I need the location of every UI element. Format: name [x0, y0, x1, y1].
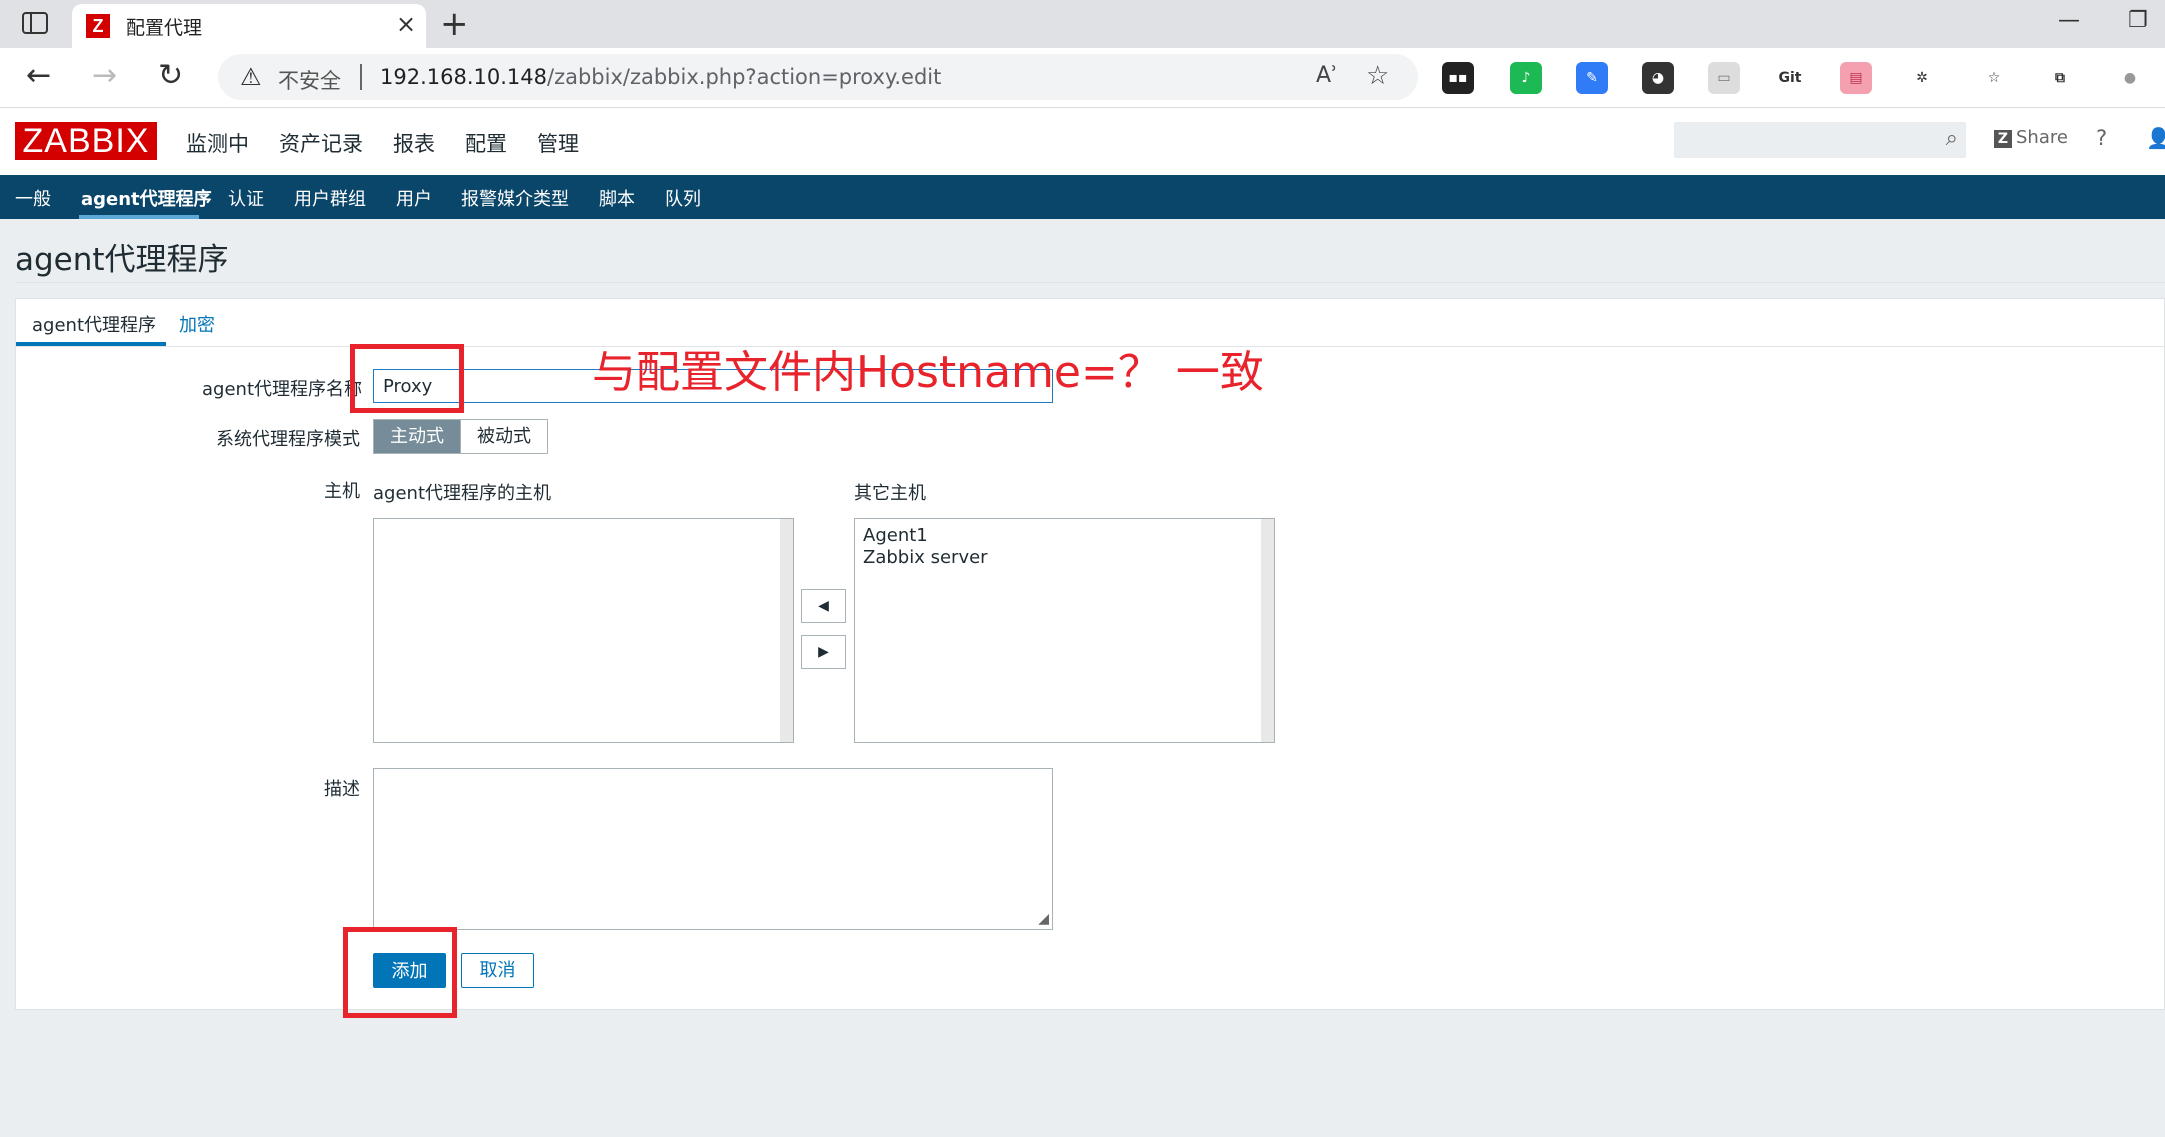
tab-title: 配置代理 — [126, 17, 203, 39]
collections-icon[interactable]: ⧉ — [2044, 62, 2076, 94]
description-label: 描述 — [324, 779, 360, 800]
share-label: Share — [2016, 127, 2068, 148]
other-hosts-list[interactable]: Agent1 Zabbix server — [854, 518, 1275, 743]
browser-tabstrip: Z 配置代理 × + — ❐ — [0, 0, 2165, 48]
main-menu: 监测中 资产记录 报表 配置 管理 — [186, 128, 609, 185]
submenu-active-indicator — [79, 215, 199, 219]
url-host: 192.168.10.148 — [380, 65, 547, 89]
proxy-hosts-label: agent代理程序的主机 — [373, 483, 551, 504]
user-icon[interactable]: 👤 — [2146, 126, 2165, 150]
tab-actions-icon[interactable] — [22, 12, 48, 34]
annotation-text: 与配置文件内Hostname=？ 一致 — [592, 347, 1264, 398]
mode-passive-option[interactable]: 被动式 — [460, 420, 547, 453]
browser-tab[interactable]: Z 配置代理 × — [72, 4, 426, 48]
address-separator — [360, 64, 362, 90]
zabbix-logo[interactable]: ZABBIX — [15, 122, 157, 160]
title-divider — [15, 282, 2165, 283]
favorites-icon[interactable]: ☆ — [1978, 62, 2010, 94]
resize-grip-icon[interactable]: ◢ — [1038, 911, 1049, 927]
media-icon[interactable]: ▤ — [1840, 62, 1872, 94]
proxy-hosts-list[interactable] — [373, 518, 794, 743]
description-textarea[interactable]: ◢ — [373, 768, 1053, 930]
minimize-icon[interactable]: — — [2058, 8, 2080, 33]
warning-icon[interactable]: ⚠ — [240, 63, 262, 91]
help-icon[interactable]: ? — [2096, 126, 2107, 150]
share-icon: Z — [1994, 130, 2012, 148]
tab-active-indicator — [16, 342, 166, 346]
profile-icon[interactable]: ● — [2114, 62, 2146, 94]
edit-icon[interactable]: ✎ — [1576, 62, 1608, 94]
other-hosts-label: 其它主机 — [854, 483, 926, 504]
new-tab-button[interactable]: + — [440, 4, 469, 44]
submenu-user-groups[interactable]: 用户群组 — [294, 185, 366, 211]
browser-toolbar: ← → ↻ ⚠ 不安全 192.168.10.148/zabbix/zabbix… — [0, 48, 2165, 108]
zabbix-header: ZABBIX 监测中 资产记录 报表 配置 管理 ⌕ Z Share ? 👤 — [0, 108, 2165, 185]
zabbix-favicon-icon: Z — [86, 14, 110, 38]
add-favorite-icon[interactable]: ☆ — [1366, 61, 1389, 91]
submenu-users[interactable]: 用户 — [396, 185, 432, 211]
submenu-media-types[interactable]: 报警媒介类型 — [461, 185, 569, 211]
menu-administration[interactable]: 管理 — [537, 128, 579, 185]
url-text[interactable]: 192.168.10.148/zabbix/zabbix.php?action=… — [380, 65, 941, 89]
proxy-mode-label: 系统代理程序模式 — [216, 429, 360, 450]
screen-icon[interactable]: ▭ — [1708, 62, 1740, 94]
audio-icon[interactable]: ♪ — [1510, 62, 1542, 94]
move-right-button[interactable]: ▶ — [801, 635, 846, 669]
puzzle-icon[interactable]: ✲ — [1906, 62, 1938, 94]
submenu-scripts[interactable]: 脚本 — [599, 185, 635, 211]
submenu-authentication[interactable]: 认证 — [228, 185, 264, 211]
highlight-box-add — [343, 927, 457, 1018]
search-input[interactable]: ⌕ — [1674, 122, 1966, 158]
cancel-button[interactable]: 取消 — [461, 953, 534, 988]
list-item[interactable]: Agent1 — [855, 525, 1274, 547]
sub-menu: 一般 agent代理程序 认证 用户群组 用户 报警媒介类型 脚本 队列 — [0, 175, 2165, 219]
url-path: /zabbix/zabbix.php?action=proxy.edit — [547, 65, 942, 89]
page-title: agent代理程序 — [15, 242, 229, 278]
ghost-icon[interactable]: ◕ — [1642, 62, 1674, 94]
tab-proxy[interactable]: agent代理程序 — [32, 311, 156, 337]
restore-icon[interactable]: ❐ — [2128, 8, 2148, 33]
close-tab-icon[interactable]: × — [396, 10, 416, 38]
move-left-button[interactable]: ◀ — [801, 589, 846, 623]
search-icon[interactable]: ⌕ — [1946, 126, 1958, 151]
menu-inventory[interactable]: 资产记录 — [279, 128, 363, 158]
address-bar[interactable]: ⚠ 不安全 192.168.10.148/zabbix/zabbix.php?a… — [218, 54, 1418, 100]
proxy-mode-toggle: 主动式 被动式 — [373, 419, 548, 454]
share-link[interactable]: Z Share — [1994, 127, 2068, 148]
menu-reports[interactable]: 报表 — [393, 128, 435, 158]
gitzip-icon[interactable]: Git — [1774, 62, 1806, 94]
proxy-name-label: agent代理程序名称 — [202, 379, 362, 400]
submenu-general[interactable]: 一般 — [15, 185, 51, 211]
proxy-form-panel: agent代理程序 加密 agent代理程序名称 Proxy 系统代理程序模式 … — [15, 298, 2165, 1010]
menu-monitoring[interactable]: 监测中 — [186, 128, 249, 158]
reload-icon[interactable]: ↻ — [158, 58, 183, 94]
scrollbar[interactable] — [780, 519, 793, 742]
highlight-box-name — [350, 344, 464, 413]
forward-icon[interactable]: → — [92, 58, 117, 94]
submenu-queue[interactable]: 队列 — [665, 185, 701, 211]
tab-encryption[interactable]: 加密 — [179, 311, 215, 337]
insecure-label[interactable]: 不安全 — [278, 65, 341, 95]
list-item[interactable]: Zabbix server — [855, 547, 1274, 569]
tampermonkey-icon[interactable]: ▪▪ — [1442, 62, 1474, 94]
read-aloud-icon[interactable]: Aʾ — [1316, 63, 1338, 88]
scrollbar[interactable] — [1261, 519, 1274, 742]
hosts-label: 主机 — [324, 481, 360, 502]
mode-active-option[interactable]: 主动式 — [374, 420, 460, 453]
menu-configuration[interactable]: 配置 — [465, 128, 507, 158]
submenu-proxies[interactable]: agent代理程序 — [81, 185, 212, 211]
back-icon[interactable]: ← — [26, 58, 51, 94]
